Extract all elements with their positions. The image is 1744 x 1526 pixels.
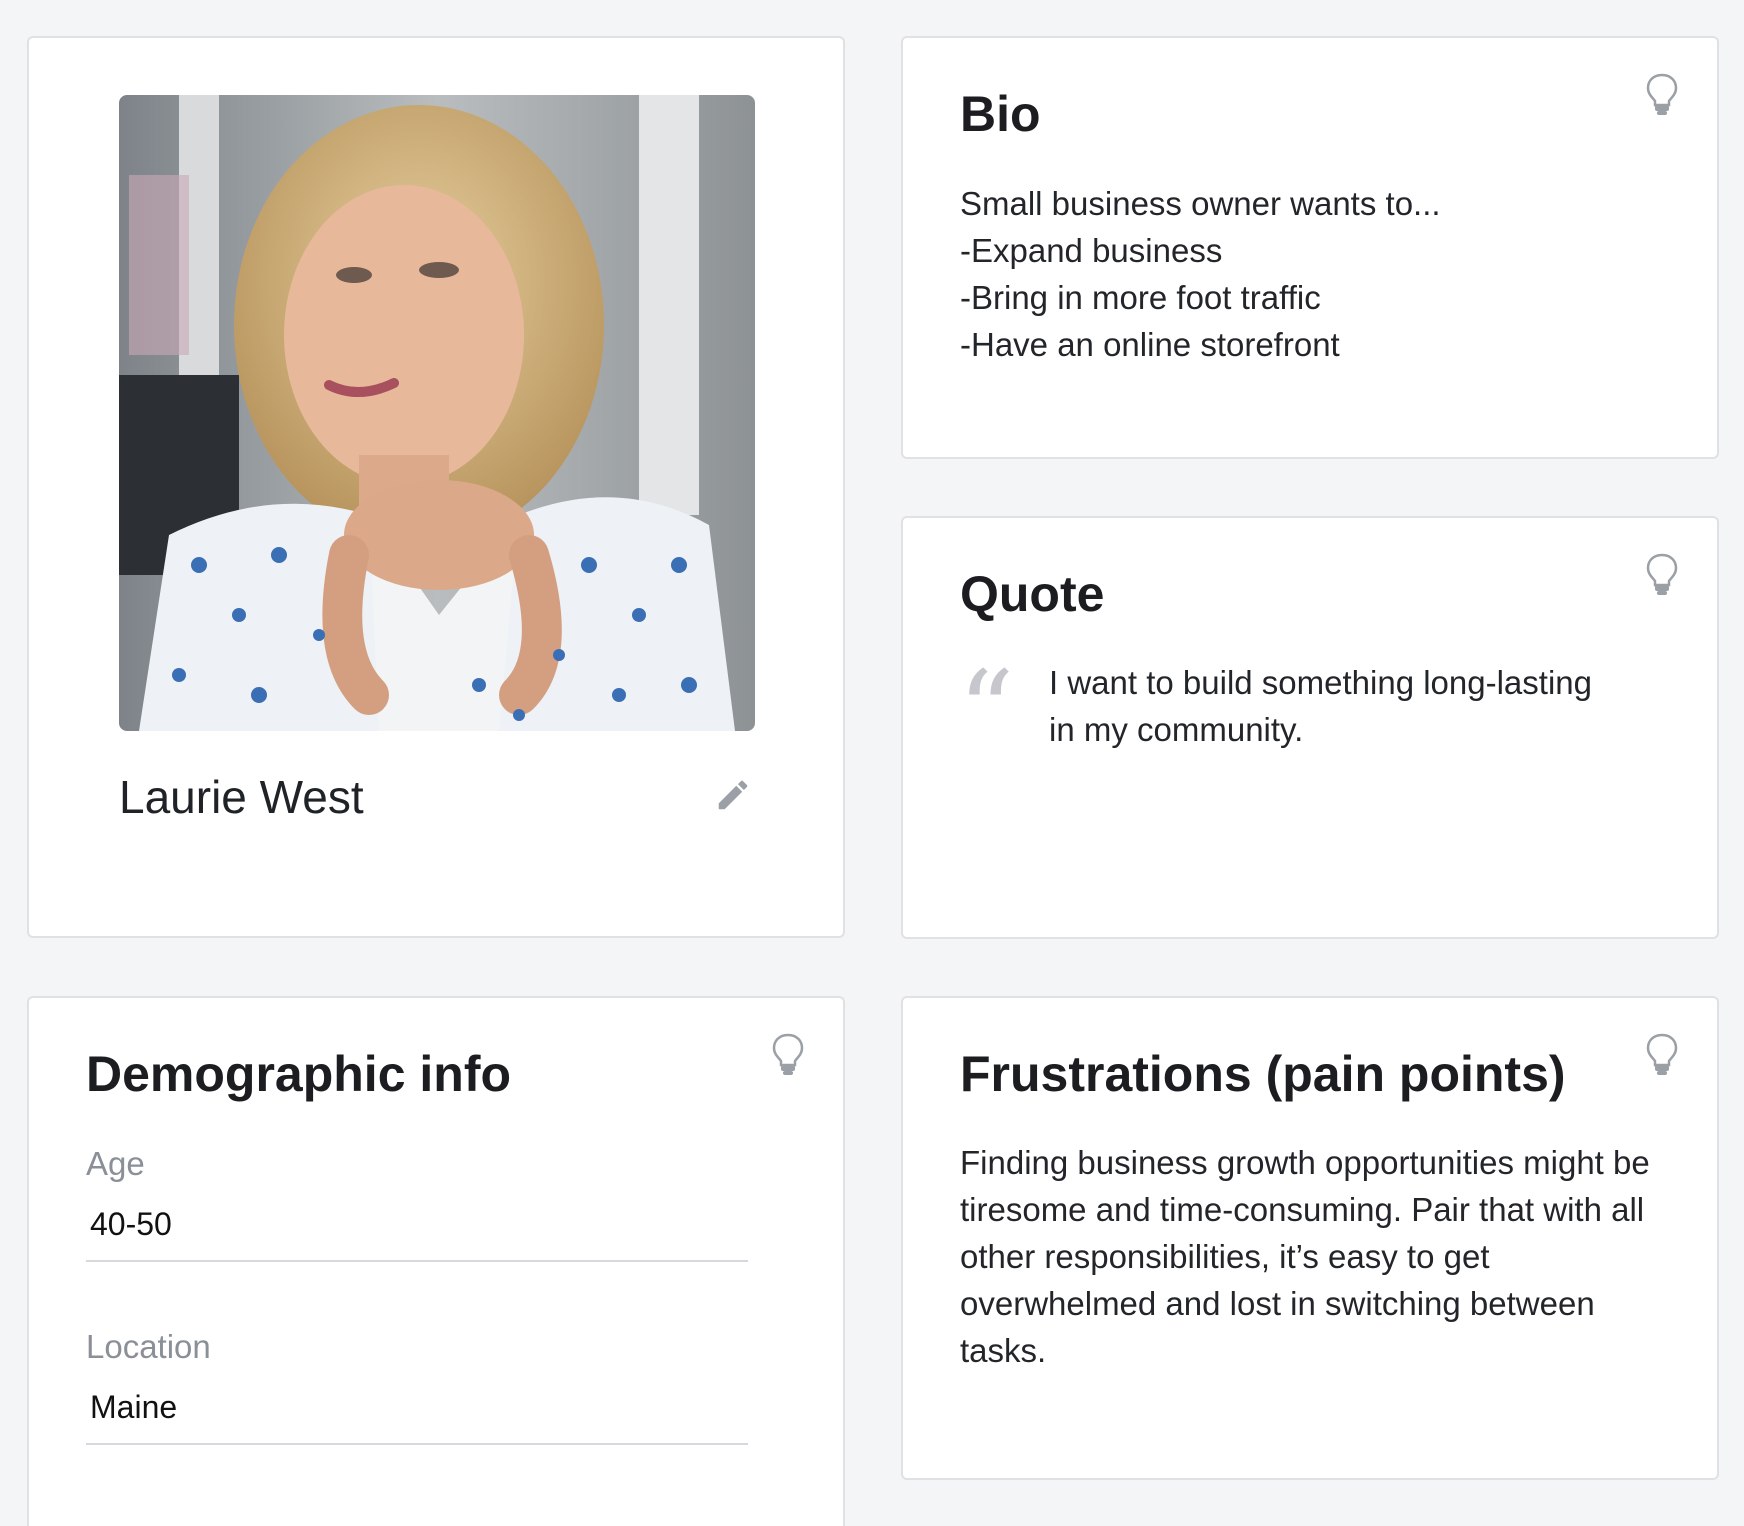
tip-button-demographic[interactable] [771,1032,805,1076]
frustrations-card: Frustrations (pain points) Finding busin… [901,996,1719,1480]
age-field[interactable]: 40-50 [86,1196,748,1262]
bio-card: Bio Small business owner wants to... -Ex… [901,36,1719,459]
persona-name: Laurie West [119,771,364,823]
edit-name-button[interactable] [711,773,755,817]
demographic-card: Demographic info Age 40-50 Location Main… [27,996,845,1526]
persona-profile-card: Laurie West [27,36,845,938]
bio-text: Small business owner wants to... -Expand… [960,180,1441,368]
pencil-icon [718,780,748,810]
bio-line: -Bring in more foot traffic [960,279,1321,316]
location-label: Location [86,1328,211,1365]
quote-mark-icon: “ [958,647,1015,775]
bio-line: -Have an online storefront [960,326,1340,363]
bio-title: Bio [960,86,1041,142]
persona-photo [119,95,755,731]
quote-text: I want to build something long-lasting i… [1049,664,1592,748]
quote-title: Quote [960,566,1105,622]
frustrations-text: Finding business growth opportunities mi… [960,1144,1650,1369]
lightbulb-icon [772,1033,804,1075]
location-field[interactable]: Maine [86,1379,748,1445]
tip-button-frustrations[interactable] [1645,1032,1679,1076]
frustrations-title: Frustrations (pain points) [960,1046,1566,1102]
lightbulb-icon [1646,553,1678,595]
bio-line: Small business owner wants to... [960,185,1441,222]
demographic-title: Demographic info [86,1046,512,1102]
tip-button-bio[interactable] [1645,72,1679,116]
age-label: Age [86,1145,145,1182]
quote-card: Quote “ I want to build something long-l… [901,516,1719,939]
lightbulb-icon [1646,1033,1678,1075]
persona-photo-image [119,95,755,731]
tip-button-quote[interactable] [1645,552,1679,596]
bio-line: -Expand business [960,232,1223,269]
lightbulb-icon [1646,73,1678,115]
